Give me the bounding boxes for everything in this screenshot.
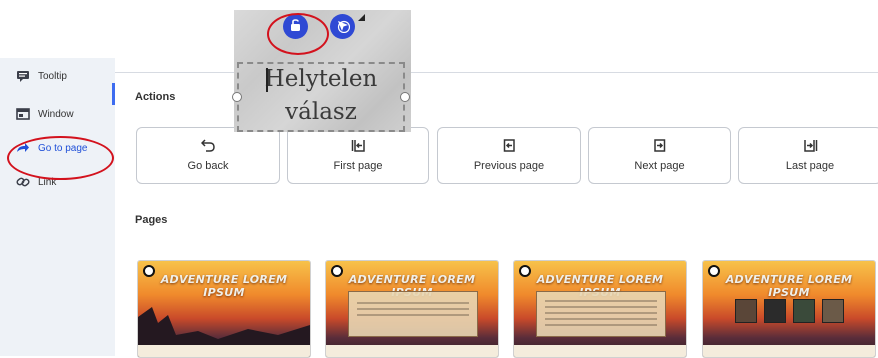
actions-heading: Actions <box>135 91 176 103</box>
page-thumbnail-1[interactable]: ADVENTURE LOREM IPSUM <box>137 260 311 358</box>
pointer-interaction-icon <box>335 18 351 36</box>
annotation-circle-go-to-page <box>7 136 114 180</box>
thumbnail-pin-icon <box>143 265 155 277</box>
thumbnail-text-panel <box>348 291 478 337</box>
next-page-icon <box>653 139 666 154</box>
button-label: First page <box>333 160 383 172</box>
last-page-button[interactable]: Last page <box>738 127 878 184</box>
next-page-button[interactable]: Next page <box>588 127 731 184</box>
sidebar-item-label: Tooltip <box>38 70 67 82</box>
thumbnail-footer <box>326 345 498 357</box>
portrait-photo <box>735 299 757 323</box>
active-indicator <box>112 83 115 105</box>
page-thumbnail-2[interactable]: ADVENTURE LOREM IPSUM <box>325 260 499 358</box>
toolbar-pointer-icon <box>358 14 365 21</box>
interaction-button[interactable] <box>330 14 355 39</box>
thumbnail-footer <box>703 345 875 357</box>
first-page-icon <box>351 139 366 154</box>
sidebar-item-label: Window <box>38 108 74 120</box>
sidebar <box>0 58 115 356</box>
thumbnail-pin-icon <box>708 265 720 277</box>
text-cursor <box>266 68 268 92</box>
annotation-circle-lock <box>267 13 329 55</box>
portrait-photo <box>764 299 786 323</box>
thumbnail-text-panel <box>536 291 666 337</box>
page-thumbnail-3[interactable]: ADVENTURE LOREM IPSUM <box>513 260 687 358</box>
undo-arrow-icon <box>200 139 215 154</box>
go-back-button[interactable]: Go back <box>136 127 280 184</box>
thumbnail-pin-icon <box>331 265 343 277</box>
thumbnail-footer <box>138 345 310 357</box>
window-icon <box>16 108 30 120</box>
sidebar-item-tooltip[interactable]: Tooltip <box>16 70 67 82</box>
text-line-1: Helytelen <box>264 66 378 92</box>
previous-page-button[interactable]: Previous page <box>437 127 581 184</box>
sidebar-item-window[interactable]: Window <box>16 108 74 120</box>
header-divider <box>115 72 878 73</box>
thumbnail-footer <box>514 345 686 357</box>
button-label: Next page <box>634 160 685 172</box>
thumbnail-title: ADVENTURE LOREM IPSUM <box>160 273 288 299</box>
thumbnail-pin-icon <box>519 265 531 277</box>
tooltip-icon <box>16 70 30 82</box>
page-thumbnail-4[interactable]: ADVENTURE LOREM IPSUM <box>702 260 876 358</box>
previous-page-icon <box>503 139 516 154</box>
portrait-photo <box>793 299 815 323</box>
portrait-photo <box>822 299 844 323</box>
button-label: Go back <box>187 160 229 172</box>
text-line-2: válasz <box>285 99 357 125</box>
last-page-icon <box>803 139 818 154</box>
first-page-button[interactable]: First page <box>287 127 429 184</box>
link-icon <box>16 176 30 188</box>
thumbnail-title: ADVENTURE LOREM IPSUM <box>725 273 853 299</box>
pages-heading: Pages <box>135 214 168 226</box>
button-label: Last page <box>785 160 835 172</box>
button-label: Previous page <box>473 160 545 172</box>
